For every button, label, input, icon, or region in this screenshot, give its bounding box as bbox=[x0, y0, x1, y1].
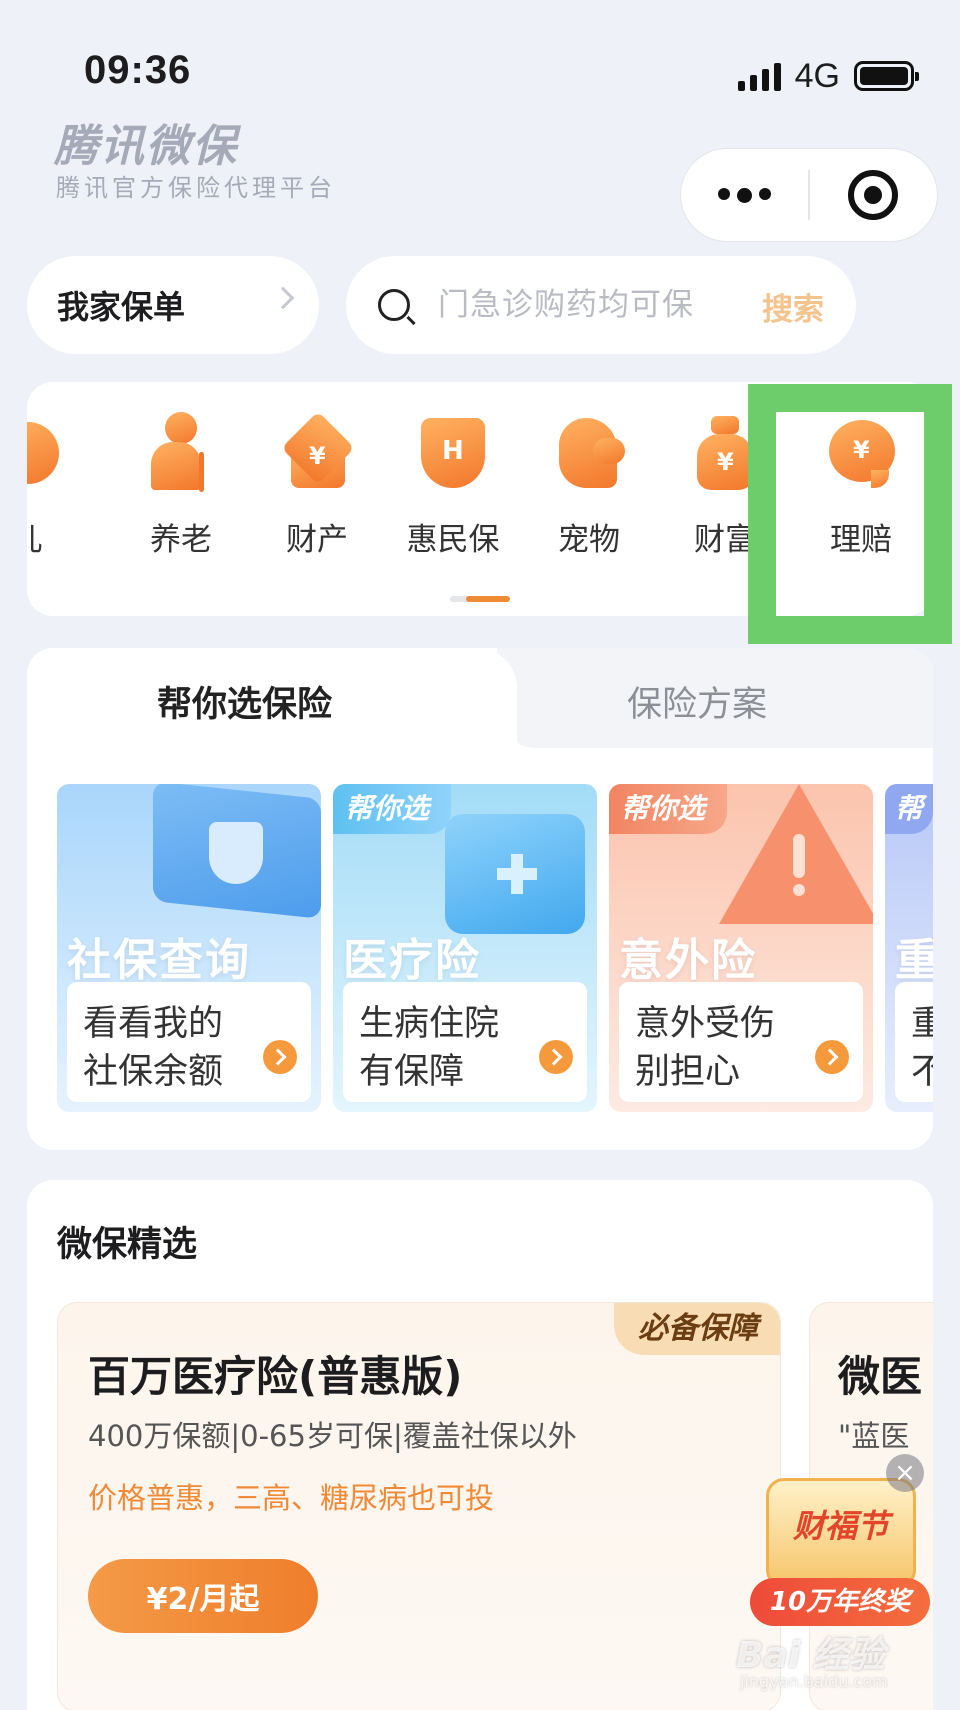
category-child[interactable]: 儿 bbox=[27, 412, 87, 559]
watermark: Bai 经验 bbox=[736, 1635, 885, 1676]
arrow-right-icon bbox=[815, 1040, 849, 1074]
shield-h-icon: H bbox=[413, 412, 493, 492]
product-desc: "蓝医 bbox=[838, 1419, 910, 1453]
category-property[interactable]: ¥ 财产 bbox=[257, 411, 377, 559]
festival-float-banner[interactable]: 财福节 10万年终奖 bbox=[750, 1470, 930, 1630]
highlight-box bbox=[748, 384, 952, 644]
category-pet[interactable]: 宠物 bbox=[529, 412, 649, 559]
social-security-card[interactable]: 社保查询 看看我的 社保余额 bbox=[57, 784, 321, 1112]
house-yen-icon: ¥ bbox=[277, 411, 357, 492]
arrow-right-icon bbox=[263, 1040, 297, 1074]
status-time: 09:36 bbox=[84, 48, 192, 92]
scroll-thumb bbox=[466, 596, 510, 602]
baby-icon bbox=[27, 412, 67, 492]
more-options-icon[interactable] bbox=[681, 187, 808, 203]
product-desc: 400万保额|0-65岁可保|覆盖社保以外 bbox=[88, 1419, 577, 1453]
featured-title: 微保精选 bbox=[57, 1225, 198, 1265]
mini-program-capsule bbox=[680, 148, 938, 242]
my-policies-button[interactable]: 我家保单 bbox=[27, 256, 319, 354]
product-highlight: 价格普惠，三高、糖尿病也可投 bbox=[88, 1481, 495, 1515]
search-icon bbox=[378, 289, 410, 321]
status-icons: 4G bbox=[737, 56, 919, 96]
product-name: 百万医疗险(普惠版) bbox=[88, 1352, 463, 1401]
product-card[interactable]: 必备保障 百万医疗险(普惠版) 400万保额|0-65岁可保|覆盖社保以外 价格… bbox=[57, 1302, 781, 1710]
shield-icon bbox=[209, 822, 263, 884]
category-huiminbao[interactable]: H 惠民保 bbox=[393, 412, 513, 559]
close-mini-program-icon[interactable] bbox=[810, 170, 937, 220]
category-elderly[interactable]: 养老 bbox=[121, 412, 241, 559]
medical-insurance-card[interactable]: 帮你选 医疗险 生病住院 有保障 bbox=[333, 784, 597, 1112]
search-input[interactable] bbox=[438, 287, 738, 323]
tab-help-choose[interactable]: 帮你选保险 bbox=[157, 676, 332, 727]
search-button[interactable]: 搜索 bbox=[762, 284, 824, 329]
network-type: 4G bbox=[794, 56, 840, 95]
search-bar: 搜索 bbox=[346, 256, 856, 354]
festival-ribbon: 10万年终奖 bbox=[750, 1578, 930, 1626]
my-policies-label: 我家保单 bbox=[57, 288, 186, 326]
tab-insurance-plans[interactable]: 保险方案 bbox=[627, 676, 767, 727]
insurance-picker-card: 帮你选保险 保险方案 社保查询 看看我的 社保余额 帮你选 医疗险 生病住院 有保障… bbox=[27, 648, 933, 1150]
chevron-right-icon bbox=[271, 286, 295, 310]
brand-subtitle: 腾讯官方保险代理平台 bbox=[56, 174, 336, 202]
watermark-url: jingyan.baidu.com bbox=[740, 1672, 888, 1691]
festival-title: 财福节 bbox=[792, 1507, 889, 1545]
dog-icon bbox=[549, 412, 629, 492]
category-scroll-indicator bbox=[450, 596, 510, 602]
critical-illness-card[interactable]: 帮 重 重不 bbox=[885, 784, 933, 1112]
price-button[interactable]: ¥2/月起 bbox=[88, 1559, 318, 1633]
brand-logo: 腾讯微保 bbox=[54, 121, 238, 172]
battery-icon bbox=[854, 61, 919, 91]
accident-insurance-card[interactable]: 帮你选 意外险 意外受伤 别担心 bbox=[609, 784, 873, 1112]
product-badge: 必备保障 bbox=[614, 1303, 780, 1355]
product-name: 微医 bbox=[838, 1352, 923, 1401]
elder-person-icon bbox=[141, 412, 221, 492]
arrow-right-icon bbox=[539, 1040, 573, 1074]
signal-icon bbox=[737, 61, 781, 91]
close-icon[interactable]: × bbox=[886, 1454, 924, 1492]
